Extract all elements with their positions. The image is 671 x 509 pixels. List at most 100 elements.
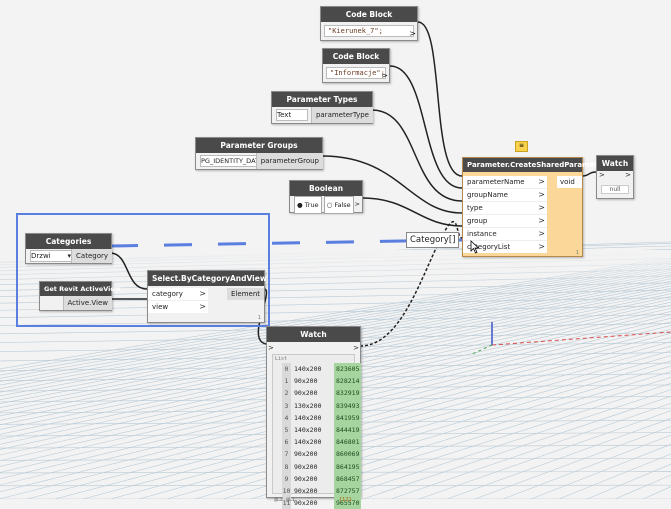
code-text[interactable]: "Informacje"; bbox=[326, 67, 386, 79]
list-label: 140x200 bbox=[294, 438, 322, 447]
node-title: Boolean bbox=[290, 181, 362, 196]
node-title: Categories bbox=[26, 234, 111, 249]
list-label: 130x200 bbox=[294, 401, 322, 410]
element-id[interactable]: 846801 bbox=[334, 436, 362, 449]
output-port-icon[interactable]: > bbox=[381, 71, 388, 80]
input-port-icon[interactable]: > bbox=[599, 171, 605, 179]
list-label: 90x200 bbox=[294, 389, 318, 398]
list-index: 2 bbox=[282, 387, 291, 400]
input-port-type[interactable]: type > bbox=[463, 201, 547, 214]
category-dropdown[interactable]: Drzwi ▾ bbox=[30, 250, 72, 262]
code-text[interactable]: "Kierunek_7"; bbox=[324, 25, 414, 37]
list-index: 3 bbox=[282, 399, 291, 412]
chevron-right-icon: > bbox=[538, 242, 545, 251]
element-id[interactable]: 868457 bbox=[334, 472, 362, 485]
list-label: 90x200 bbox=[294, 474, 318, 483]
list-index: 6 bbox=[282, 436, 291, 449]
list-label: 90x200 bbox=[294, 377, 318, 386]
watch-node-top[interactable]: Watch > > null bbox=[596, 155, 634, 199]
element-id[interactable]: 823605 bbox=[334, 363, 362, 376]
list-item: 6 140x200 846801 bbox=[282, 436, 362, 449]
true-radio[interactable]: ● True bbox=[294, 196, 322, 214]
element-id[interactable]: 872757 bbox=[334, 484, 362, 498]
get-active-view-node[interactable]: Get Revit ActiveView Active.View bbox=[39, 281, 121, 311]
list-index: 8 bbox=[282, 460, 291, 473]
output-port-icon[interactable]: > bbox=[409, 29, 416, 38]
list-index: 7 bbox=[282, 448, 291, 461]
list-index: 4 bbox=[282, 411, 291, 424]
input-port-icon[interactable]: > bbox=[268, 344, 274, 352]
watch-list-panel[interactable]: List 0 140x200 823605 1 90x200 828214 2 90x200 8… bbox=[272, 354, 362, 509]
input-port-label: groupName bbox=[467, 191, 508, 199]
list-index: 10 bbox=[282, 484, 291, 498]
input-port-group[interactable]: group > bbox=[463, 214, 547, 227]
comment-icon[interactable]: ≡ bbox=[515, 141, 528, 152]
input-port-groupname[interactable]: groupName > bbox=[463, 188, 547, 201]
list-item: 8 90x200 864195 bbox=[282, 460, 362, 473]
chevron-right-icon: > bbox=[538, 177, 545, 186]
input-port-parametername[interactable]: parameterName > bbox=[463, 176, 547, 188]
true-label: True bbox=[304, 201, 319, 209]
list-label: 90x200 bbox=[294, 462, 318, 471]
input-port-label: instance bbox=[467, 230, 497, 238]
output-port-icon[interactable]: > bbox=[353, 344, 359, 352]
code-block-node-1[interactable]: Code Block "Kierunek_7"; > bbox=[320, 6, 418, 41]
input-port-view[interactable]: view > bbox=[148, 300, 208, 313]
input-port-label: type bbox=[467, 204, 483, 212]
list-item: 4 140x200 841959 bbox=[282, 411, 362, 424]
node-footer: 1 bbox=[575, 250, 579, 256]
list-index: 1 bbox=[282, 375, 291, 388]
code-block-node-2[interactable]: Code Block "Informacje"; > bbox=[322, 48, 390, 83]
list-item: 1 90x200 828214 bbox=[282, 375, 362, 388]
parameter-groups-node[interactable]: Parameter Groups PG_IDENTITY_DATA ▾ para… bbox=[195, 137, 323, 170]
list-item: 3 130x200 839493 bbox=[282, 399, 362, 412]
output-port-element[interactable]: Element bbox=[227, 288, 264, 300]
input-port-label: group bbox=[467, 217, 488, 225]
element-id[interactable]: 828214 bbox=[334, 375, 362, 388]
create-shared-parameter-node[interactable]: Parameter.CreateSharedParameter paramete… bbox=[462, 157, 606, 257]
output-port-void[interactable]: void bbox=[557, 176, 582, 188]
element-id[interactable]: 844419 bbox=[334, 423, 362, 437]
parameter-types-node[interactable]: Parameter Types Text parameterType bbox=[271, 91, 373, 124]
list-label: 140x200 bbox=[294, 425, 322, 434]
group-dropdown-value: PG_IDENTITY_DATA bbox=[201, 157, 263, 165]
output-port-icon[interactable]: > bbox=[355, 196, 360, 212]
output-port[interactable]: parameterType bbox=[310, 107, 373, 123]
input-port-label: parameterName bbox=[467, 178, 525, 186]
boolean-node[interactable]: Boolean ● True ○ False > bbox=[289, 180, 363, 214]
category-dropdown-value: Drzwi bbox=[31, 252, 51, 260]
output-port[interactable]: Active.View bbox=[62, 296, 112, 310]
list-index: 9 bbox=[282, 472, 291, 485]
chevron-right-icon: > bbox=[538, 229, 545, 238]
type-dropdown[interactable]: Text bbox=[276, 109, 308, 121]
element-id[interactable]: 864195 bbox=[334, 460, 362, 473]
list-header: List bbox=[275, 356, 288, 362]
input-port-instance[interactable]: instance > bbox=[463, 227, 547, 240]
output-port[interactable]: parameterGroup bbox=[255, 153, 323, 169]
watch-node-list[interactable]: Watch > > List 0 140x200 823605 1 90x200 8282… bbox=[266, 326, 362, 509]
list-item: 0 140x200 823605 bbox=[282, 363, 362, 376]
group-dropdown[interactable]: PG_IDENTITY_DATA ▾ bbox=[200, 155, 268, 167]
node-title: Parameter Groups bbox=[196, 138, 322, 153]
watch-value: null bbox=[601, 185, 629, 194]
node-title: Parameter.CreateSharedParameter bbox=[463, 158, 606, 172]
element-id[interactable]: 860069 bbox=[334, 448, 362, 461]
element-id[interactable]: 832919 bbox=[334, 387, 362, 400]
input-port-category[interactable]: category > bbox=[148, 288, 208, 300]
false-label: False bbox=[334, 201, 351, 209]
list-label: 140x200 bbox=[294, 365, 322, 373]
output-port[interactable]: Category bbox=[71, 249, 112, 263]
false-radio[interactable]: ○ False bbox=[323, 196, 354, 214]
output-port-icon[interactable]: > bbox=[625, 171, 631, 179]
element-id[interactable]: 841959 bbox=[334, 411, 362, 424]
input-port-label: category bbox=[152, 290, 183, 298]
list-footer-levels: @L2 @L1 bbox=[274, 497, 296, 503]
chevron-right-icon: > bbox=[199, 302, 206, 311]
element-id[interactable]: 839493 bbox=[334, 399, 362, 412]
list-footer-count: {12} bbox=[338, 497, 352, 503]
node-title: Watch bbox=[267, 327, 360, 342]
categories-node[interactable]: Categories Drzwi ▾ Category bbox=[25, 233, 112, 264]
node-title: Watch bbox=[597, 156, 633, 171]
chevron-right-icon: > bbox=[199, 289, 206, 298]
select-by-category-and-view-node[interactable]: Select.ByCategoryAndView category > view >… bbox=[147, 270, 267, 323]
